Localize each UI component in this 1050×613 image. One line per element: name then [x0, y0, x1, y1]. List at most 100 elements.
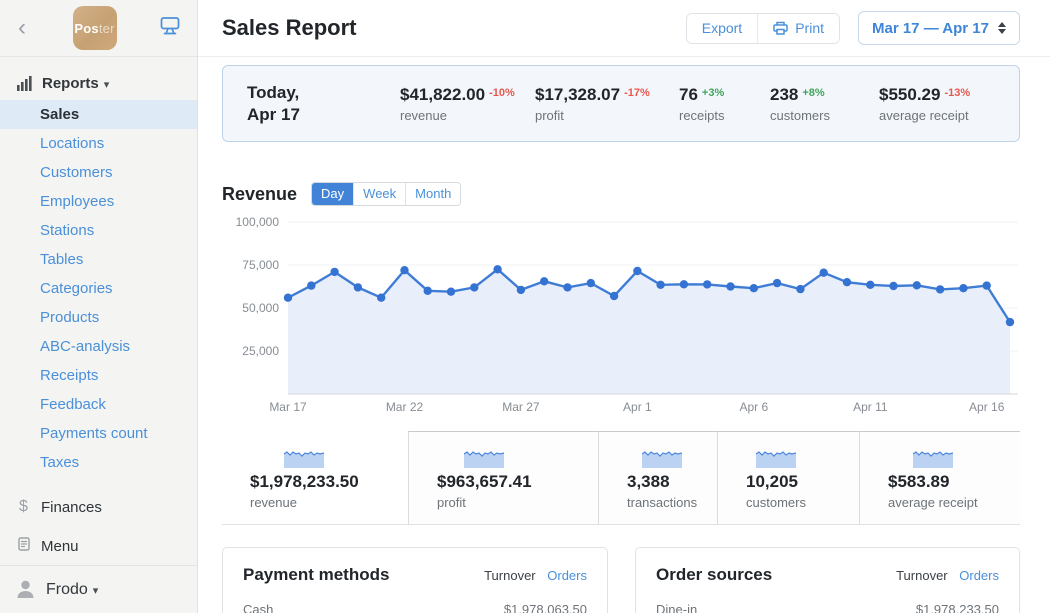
stat-tab-profit[interactable]: $963,657.41 profit	[408, 431, 598, 524]
today-summary-bar: Today, Apr 17 $41,822.00-10% revenue $17…	[222, 65, 1020, 142]
logo-text-light: ter	[99, 21, 115, 36]
period-day-button[interactable]: Day	[312, 183, 353, 205]
mini-sparkline-icon	[913, 446, 953, 468]
metric-delta: +8%	[802, 87, 824, 99]
metric-value: 238	[770, 85, 798, 104]
metric-value: 76	[679, 85, 698, 104]
stat-label: average receipt	[888, 495, 978, 510]
avatar-icon	[15, 579, 36, 600]
svg-text:Mar 22: Mar 22	[386, 400, 424, 414]
summary-metric-receipts: 76 +3% receipts	[679, 85, 770, 123]
sidebar-item-feedback[interactable]: Feedback	[0, 390, 197, 419]
metric-delta: +3%	[702, 87, 724, 99]
metric-delta: -10%	[489, 87, 515, 99]
svg-text:25,000: 25,000	[242, 344, 279, 358]
stats-tabs: $1,978,233.50 revenue $963,657.41 profit…	[222, 431, 1020, 525]
date-range-selector[interactable]: Mar 17 — Apr 17	[858, 11, 1020, 45]
summary-date-line2: Apr 17	[247, 104, 400, 125]
sidebar-item-products[interactable]: Products	[0, 303, 197, 332]
app-window: ‹ Poster Reports ▾	[0, 0, 1050, 613]
stat-value: $583.89	[888, 472, 949, 491]
sidebar-item-stations[interactable]: Stations	[0, 216, 197, 245]
summary-date-line1: Today,	[247, 82, 400, 103]
metric-label: customers	[770, 108, 879, 123]
svg-text:Apr 6: Apr 6	[739, 400, 768, 414]
print-button[interactable]: Print	[758, 14, 839, 43]
bar-track	[718, 601, 906, 613]
stat-label: profit	[437, 495, 532, 510]
svg-text:Apr 16: Apr 16	[969, 400, 1005, 414]
sidebar-item-payments-count[interactable]: Payments count	[0, 419, 197, 448]
payment-methods-card: Payment methods Turnover Orders Cash $1,…	[222, 547, 608, 613]
bar-value: $1,978,233.50	[916, 602, 999, 613]
export-print-group: Export Print	[686, 13, 840, 44]
sidebar-item-customers[interactable]: Customers	[0, 158, 197, 187]
logo-text: Pos	[74, 21, 98, 36]
bar-chart-icon	[17, 76, 32, 91]
metric-delta: -13%	[944, 87, 970, 99]
poster-logo[interactable]: Poster	[73, 6, 117, 50]
turnover-toggle[interactable]: Turnover	[484, 568, 536, 583]
summary-metric-profit: $17,328.07-17% profit	[535, 85, 679, 123]
mini-sparkline-icon	[642, 446, 682, 468]
stat-tab-average-receipt[interactable]: $583.89 average receipt	[859, 431, 1020, 524]
orders-toggle[interactable]: Orders	[547, 568, 587, 583]
summary-metric-customers: 238 +8% customers	[770, 85, 879, 123]
summary-metric-revenue: $41,822.00-10% revenue	[400, 85, 535, 123]
svg-text:75,000: 75,000	[242, 258, 279, 272]
metric-label: receipts	[679, 108, 770, 123]
date-range-value: Mar 17 — Apr 17	[872, 20, 989, 37]
svg-text:Apr 1: Apr 1	[623, 400, 652, 414]
sidebar-section-finances[interactable]: $ Finances	[0, 498, 197, 516]
period-toggle: Day Week Month	[311, 182, 461, 206]
sidebar-topbar: ‹ Poster	[0, 0, 197, 57]
svg-text:Mar 27: Mar 27	[502, 400, 540, 414]
page-title: Sales Report	[222, 15, 357, 41]
turnover-toggle[interactable]: Turnover	[896, 568, 948, 583]
stat-tab-customers[interactable]: 10,205 customers	[717, 431, 859, 524]
period-month-button[interactable]: Month	[405, 183, 460, 205]
stat-label: transactions	[627, 495, 697, 510]
sidebar: ‹ Poster Reports ▾	[0, 0, 198, 613]
pos-terminal-icon[interactable]	[159, 16, 181, 41]
mini-sparkline-icon	[464, 446, 504, 468]
sidebar-item-tables[interactable]: Tables	[0, 245, 197, 274]
page-header: Sales Report Export Print	[198, 0, 1050, 57]
reports-label: Reports	[42, 75, 99, 92]
sidebar-item-taxes[interactable]: Taxes	[0, 448, 197, 477]
summary-metric-average-receipt: $550.29-13% average receipt	[879, 85, 970, 123]
turnover-orders-toggle: Turnover Orders	[896, 568, 999, 583]
sidebar-item-categories[interactable]: Categories	[0, 274, 197, 303]
metric-value: $41,822.00	[400, 85, 485, 104]
card-title: Order sources	[656, 565, 772, 585]
sidebar-item-employees[interactable]: Employees	[0, 187, 197, 216]
stat-value: 3,388	[627, 472, 670, 491]
stat-tab-transactions[interactable]: 3,388 transactions	[598, 431, 717, 524]
sidebar-item-receipts[interactable]: Receipts	[0, 361, 197, 390]
metric-label: profit	[535, 108, 679, 123]
sidebar-item-locations[interactable]: Locations	[0, 129, 197, 158]
main-panel: Sales Report Export Print	[198, 0, 1050, 613]
sidebar-section-reports[interactable]: Reports ▾	[0, 71, 197, 100]
svg-text:Apr 11: Apr 11	[853, 400, 888, 414]
stat-tab-revenue[interactable]: $1,978,233.50 revenue	[222, 431, 408, 524]
document-icon	[17, 537, 30, 556]
sidebar-item-sales[interactable]: Sales	[0, 100, 197, 129]
user-name: Frodo	[46, 581, 88, 599]
sidebar-item-abc-analysis[interactable]: ABC-analysis	[0, 332, 197, 361]
summary-date: Today, Apr 17	[247, 82, 400, 125]
bar-track	[305, 601, 494, 613]
stat-value: $1,978,233.50	[250, 472, 359, 491]
bottom-cards-row: Payment methods Turnover Orders Cash $1,…	[222, 547, 1020, 613]
back-chevron-icon[interactable]: ‹	[14, 16, 30, 40]
sidebar-section-menu[interactable]: Menu	[0, 537, 197, 556]
mini-sparkline-icon	[756, 446, 796, 468]
orders-toggle[interactable]: Orders	[959, 568, 999, 583]
metric-delta: -17%	[624, 87, 650, 99]
printer-icon	[773, 21, 788, 35]
metric-value: $550.29	[879, 85, 940, 104]
export-button[interactable]: Export	[687, 14, 758, 43]
period-week-button[interactable]: Week	[353, 183, 405, 205]
payment-method-row: Cash $1,978,063.50	[243, 601, 587, 613]
user-menu[interactable]: Frodo ▾	[0, 565, 197, 613]
